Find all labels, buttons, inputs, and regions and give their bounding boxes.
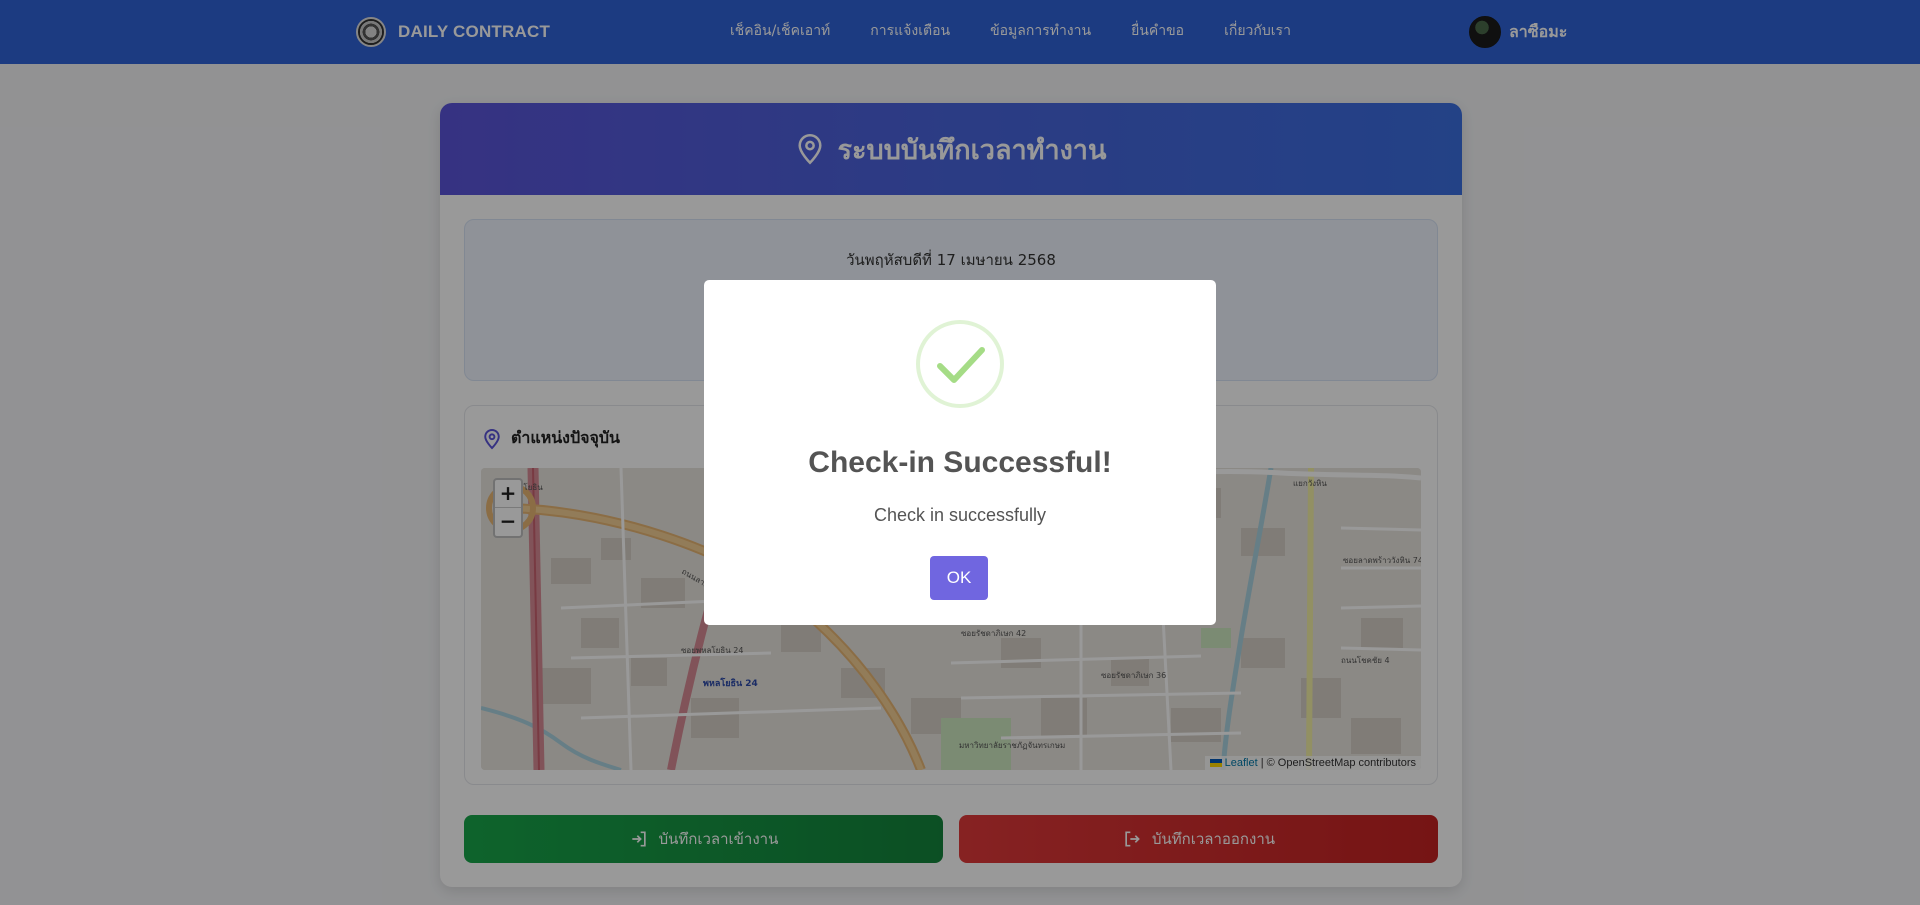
success-check-icon (916, 320, 1004, 408)
success-dialog: Check-in Successful! Check in successful… (704, 280, 1216, 625)
ok-button[interactable]: OK (930, 556, 988, 600)
dialog-message: Check in successfully (873, 505, 1047, 525)
dialog-title: Check-in Successful! (808, 446, 1112, 479)
